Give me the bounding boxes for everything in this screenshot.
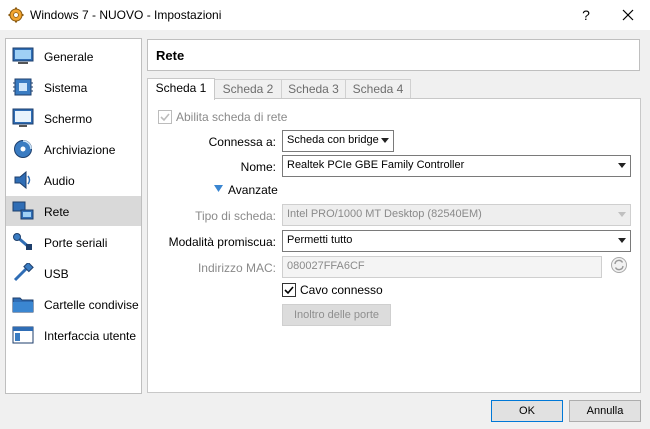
usb-icon [13,263,34,282]
adapter-name-value: Realtek PCIe GBE Family Controller [287,159,465,171]
sidebar-item-label: Rete [44,205,70,219]
sidebar-item-label: Porte seriali [44,236,108,250]
port-forwarding-button[interactable]: Inoltro delle porte [282,304,391,326]
sidebar-item-sistema[interactable]: Sistema [6,72,141,102]
promiscuous-mode-select[interactable]: Permetti tutto [282,230,631,252]
tab-scheda-2[interactable]: Scheda 2 [214,79,282,99]
tab-scheda-4[interactable]: Scheda 4 [345,79,411,99]
sidebar-item-label: Schermo [44,112,93,126]
cancel-button[interactable]: Annulla [569,400,641,422]
tab-content: Abilita scheda di rete Connessa a: Sched… [147,98,641,393]
cable-connected-label: Cavo connesso [300,283,383,297]
sidebar-item-generale[interactable]: Generale [6,41,141,71]
sidebar-item-schermo[interactable]: Schermo [6,103,141,133]
attached-to-label: Connessa a: [208,135,276,149]
sidebar-item-audio[interactable]: Audio [6,165,141,195]
adapter-type-value: Intel PRO/1000 MT Desktop (82540EM) [287,208,482,220]
sidebar-item-porte-seriali[interactable]: Porte seriali [6,227,141,257]
adapter-name-select[interactable]: Realtek PCIe GBE Family Controller [282,155,631,177]
adapter-type-select[interactable]: Intel PRO/1000 MT Desktop (82540EM) [282,204,631,226]
sidebar-item-archiviazione[interactable]: Archiviazione [6,134,141,164]
page-title-box: Rete [147,39,640,71]
display-icon [12,108,34,127]
sidebar-item-usb[interactable]: USB [6,258,141,288]
settings-gear-icon [8,7,24,23]
mac-address-field[interactable]: 080027FFA6CF [282,256,602,278]
checkmark-icon [284,286,294,295]
refresh-mac-icon[interactable] [610,256,628,274]
ok-button[interactable]: OK [491,400,563,422]
close-icon[interactable] [618,5,638,25]
title-bar: Windows 7 - NUOVO - Impostazioni ? [0,0,650,30]
advanced-label: Avanzate [228,183,278,197]
name-label: Nome: [240,160,276,174]
sidebar-item-label: Archiviazione [44,143,116,157]
chevron-down-icon [381,138,389,143]
chevron-down-icon [618,238,626,243]
chevron-down-icon [618,163,626,168]
sidebar-item-label: Cartelle condivise [44,298,139,312]
cable-connected-checkbox[interactable] [282,283,296,297]
settings-sidebar: Generale Sistema Schermo Archiviazione A… [5,38,142,394]
checkmark-icon [160,113,170,122]
mac-address-label: Indirizzo MAC: [197,261,276,275]
user-interface-icon [12,326,34,344]
speaker-icon [14,170,31,190]
enable-adapter-label: Abilita scheda di rete [176,110,288,124]
tab-scheda-1[interactable]: Scheda 1 [147,78,215,100]
sidebar-item-label: Generale [44,50,94,64]
attached-to-value: Scheda con bridge [287,134,379,146]
advanced-toggle[interactable]: Avanzate [214,183,284,199]
monitor-icon [12,47,34,64]
sidebar-item-interfaccia-utente[interactable]: Interfaccia utente [6,320,141,350]
mac-address-value: 080027FFA6CF [287,260,365,272]
sidebar-item-rete[interactable]: Rete [6,196,141,226]
help-button[interactable]: ? [576,5,596,25]
promiscuous-mode-label: Modalità promiscua: [168,235,276,249]
window-title: Windows 7 - NUOVO - Impostazioni [30,8,222,22]
adapter-type-label: Tipo di scheda: [195,209,276,223]
sidebar-item-label: Interfaccia utente [44,329,137,343]
tab-scheda-3[interactable]: Scheda 3 [281,79,346,99]
triangle-down-icon [214,185,223,192]
chip-icon [13,78,33,96]
enable-adapter-checkbox[interactable] [158,110,172,124]
shared-folder-icon [12,297,34,313]
sidebar-item-label: USB [44,267,69,281]
storage-disk-icon [14,140,32,158]
network-icon [12,201,34,220]
promiscuous-mode-value: Permetti tutto [287,234,353,246]
serial-port-icon [13,233,32,250]
page-title: Rete [156,48,185,63]
sidebar-item-cartelle-condivise[interactable]: Cartelle condivise [6,289,141,319]
attached-to-select[interactable]: Scheda con bridge [282,130,394,152]
sidebar-item-label: Sistema [44,81,88,95]
sidebar-item-label: Audio [44,174,75,188]
chevron-down-icon [618,212,626,217]
